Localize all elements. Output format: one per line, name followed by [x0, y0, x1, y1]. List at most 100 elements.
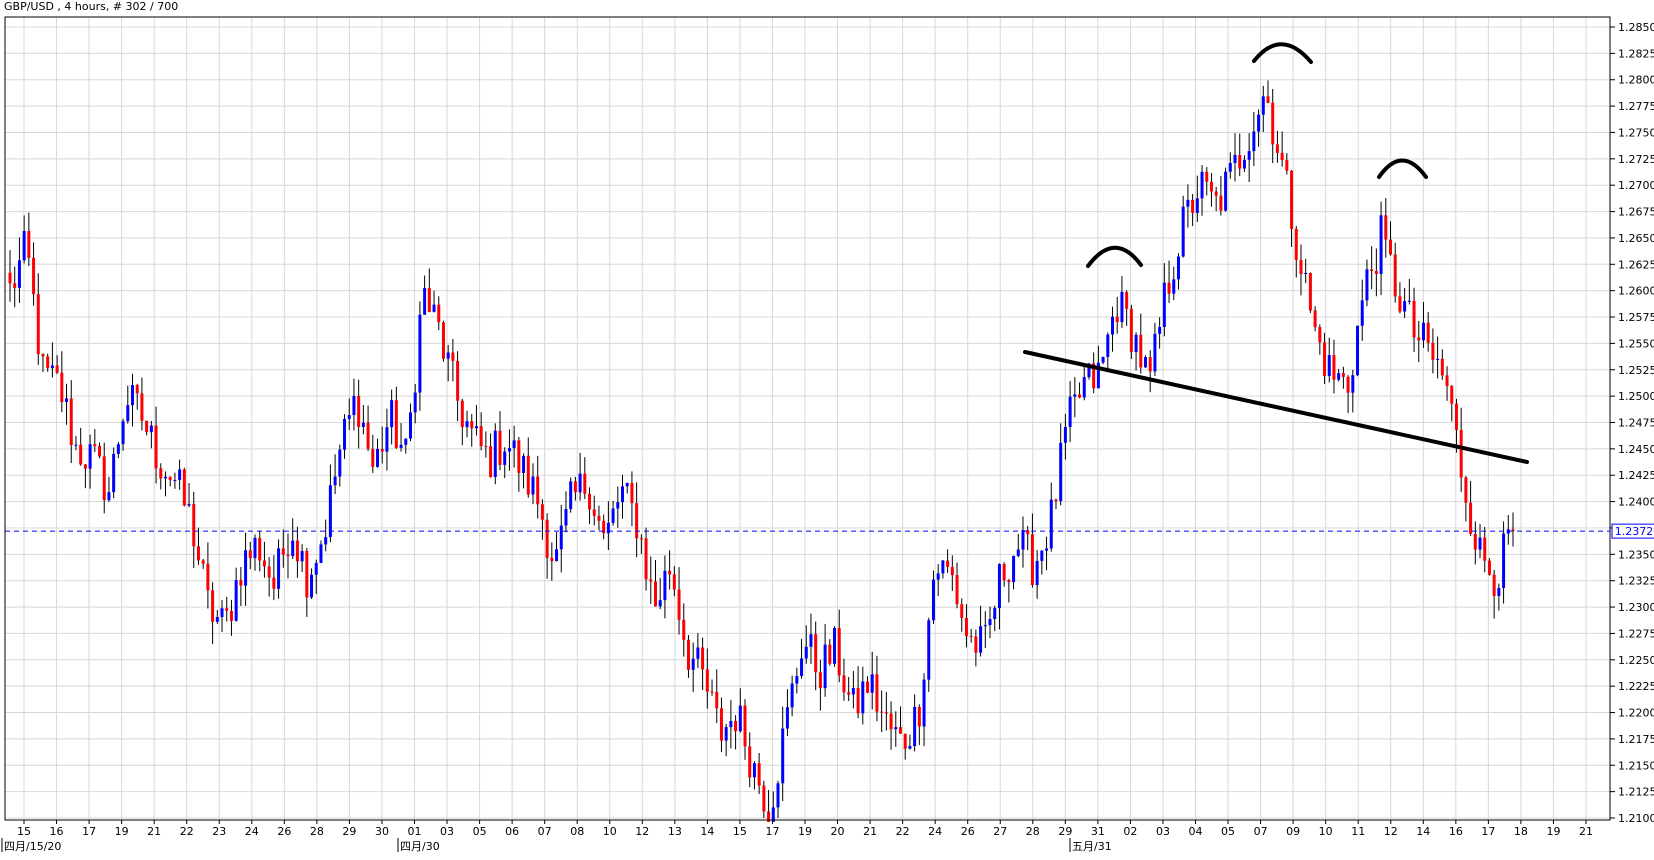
candle-body [908, 746, 912, 749]
candle-body [1332, 355, 1336, 380]
y-tick-label: 1.2750 [1618, 126, 1654, 139]
candle-body [540, 504, 544, 520]
y-tick-label: 1.2825 [1618, 47, 1654, 60]
plot-area-background [5, 17, 1610, 820]
candle-body [93, 444, 97, 447]
candle-body [531, 476, 535, 495]
candle-body [682, 619, 686, 640]
candle-body [1115, 316, 1119, 323]
x-tick-label: 07 [538, 825, 552, 838]
candle-body [974, 636, 978, 653]
x-tick-label: 06 [505, 825, 519, 838]
candle-body [451, 352, 455, 361]
candle-body [1012, 555, 1016, 583]
candle-body [1454, 403, 1458, 431]
candle-body [173, 479, 177, 481]
candle-body [950, 566, 954, 576]
x-tick-label: 15 [733, 825, 747, 838]
candle-body [644, 538, 648, 580]
candle-body [861, 681, 865, 714]
candle-body [1384, 215, 1388, 240]
candle-body [394, 400, 398, 448]
candle-body [550, 557, 554, 562]
candle-body [1167, 282, 1171, 294]
candle-body [983, 625, 987, 627]
candle-body [1327, 355, 1331, 376]
y-tick-label: 1.2550 [1618, 337, 1654, 350]
candle-body [1176, 256, 1180, 280]
x-tick-label: 10 [1319, 825, 1333, 838]
candle-body [456, 360, 460, 401]
candle-body [1191, 199, 1195, 213]
candle-body [1059, 442, 1063, 502]
x-tick-label: 19 [1546, 825, 1560, 838]
candle-body [154, 425, 158, 469]
x-tick-label: 03 [440, 825, 454, 838]
candle-body [74, 444, 78, 446]
candle-body [507, 448, 511, 452]
candle-body [272, 577, 276, 589]
candle-body [1398, 296, 1402, 312]
candle-body [1233, 154, 1237, 163]
candle-body [927, 620, 931, 680]
candle-body [178, 469, 182, 480]
candle-body [41, 354, 45, 357]
candle-body [460, 400, 464, 428]
candle-body [559, 525, 563, 550]
candle-body [220, 608, 224, 618]
candle-body [828, 644, 832, 664]
candle-body [1139, 334, 1143, 368]
candle-body [597, 515, 601, 521]
candle-body [1487, 560, 1491, 575]
candle-body [625, 482, 629, 487]
candle-body [884, 712, 888, 714]
candle-body [310, 574, 314, 598]
candle-body [258, 537, 262, 561]
candle-body [719, 708, 723, 741]
x-tick-label: 17 [1481, 825, 1495, 838]
candle-body [470, 421, 474, 429]
candle-body [88, 444, 92, 469]
candle-body [555, 549, 559, 562]
candle-body [1186, 199, 1190, 207]
y-tick-label: 1.2850 [1618, 21, 1654, 34]
x-tick-label: 21 [1579, 825, 1593, 838]
y-tick-label: 1.2725 [1618, 153, 1654, 166]
candle-body [262, 560, 266, 567]
candle-body [1346, 376, 1350, 393]
candle-body [1228, 162, 1232, 172]
candle-body [248, 550, 252, 559]
candle-body [418, 314, 422, 393]
candle-body [979, 626, 983, 653]
candle-body [1407, 300, 1411, 302]
candle-body [1351, 375, 1355, 393]
candle-body [1294, 228, 1298, 260]
candle-body [1290, 170, 1294, 229]
x-tick-label: 14 [700, 825, 714, 838]
x-tick-label: 02 [1123, 825, 1137, 838]
x-tick-label: 08 [570, 825, 584, 838]
candle-body [319, 544, 323, 563]
x-tick-label: 23 [212, 825, 226, 838]
candle-body [1073, 394, 1077, 397]
candle-body [343, 418, 347, 450]
candle-body [762, 785, 766, 812]
y-tick-label: 1.2350 [1618, 548, 1654, 561]
candle-body [734, 721, 738, 732]
x-tick-label: 28 [1026, 825, 1040, 838]
candle-body [244, 550, 248, 586]
x-tick-label: 16 [50, 825, 64, 838]
candle-body [140, 393, 144, 421]
candle-body [809, 634, 813, 647]
candle-body [1134, 334, 1138, 353]
candlestick-chart[interactable]: 1.2100 1.2125 1.2150 1.2175 1.2200 1.2225 1.22… [0, 0, 1654, 860]
candle-body [1040, 550, 1044, 561]
candle-body [1313, 310, 1317, 328]
candle-body [69, 398, 73, 446]
candle-body [192, 503, 196, 547]
candle-body [823, 644, 827, 689]
candle-body [423, 287, 427, 315]
candle-body [55, 365, 59, 373]
candle-body [65, 398, 69, 403]
candle-body [1030, 534, 1034, 586]
